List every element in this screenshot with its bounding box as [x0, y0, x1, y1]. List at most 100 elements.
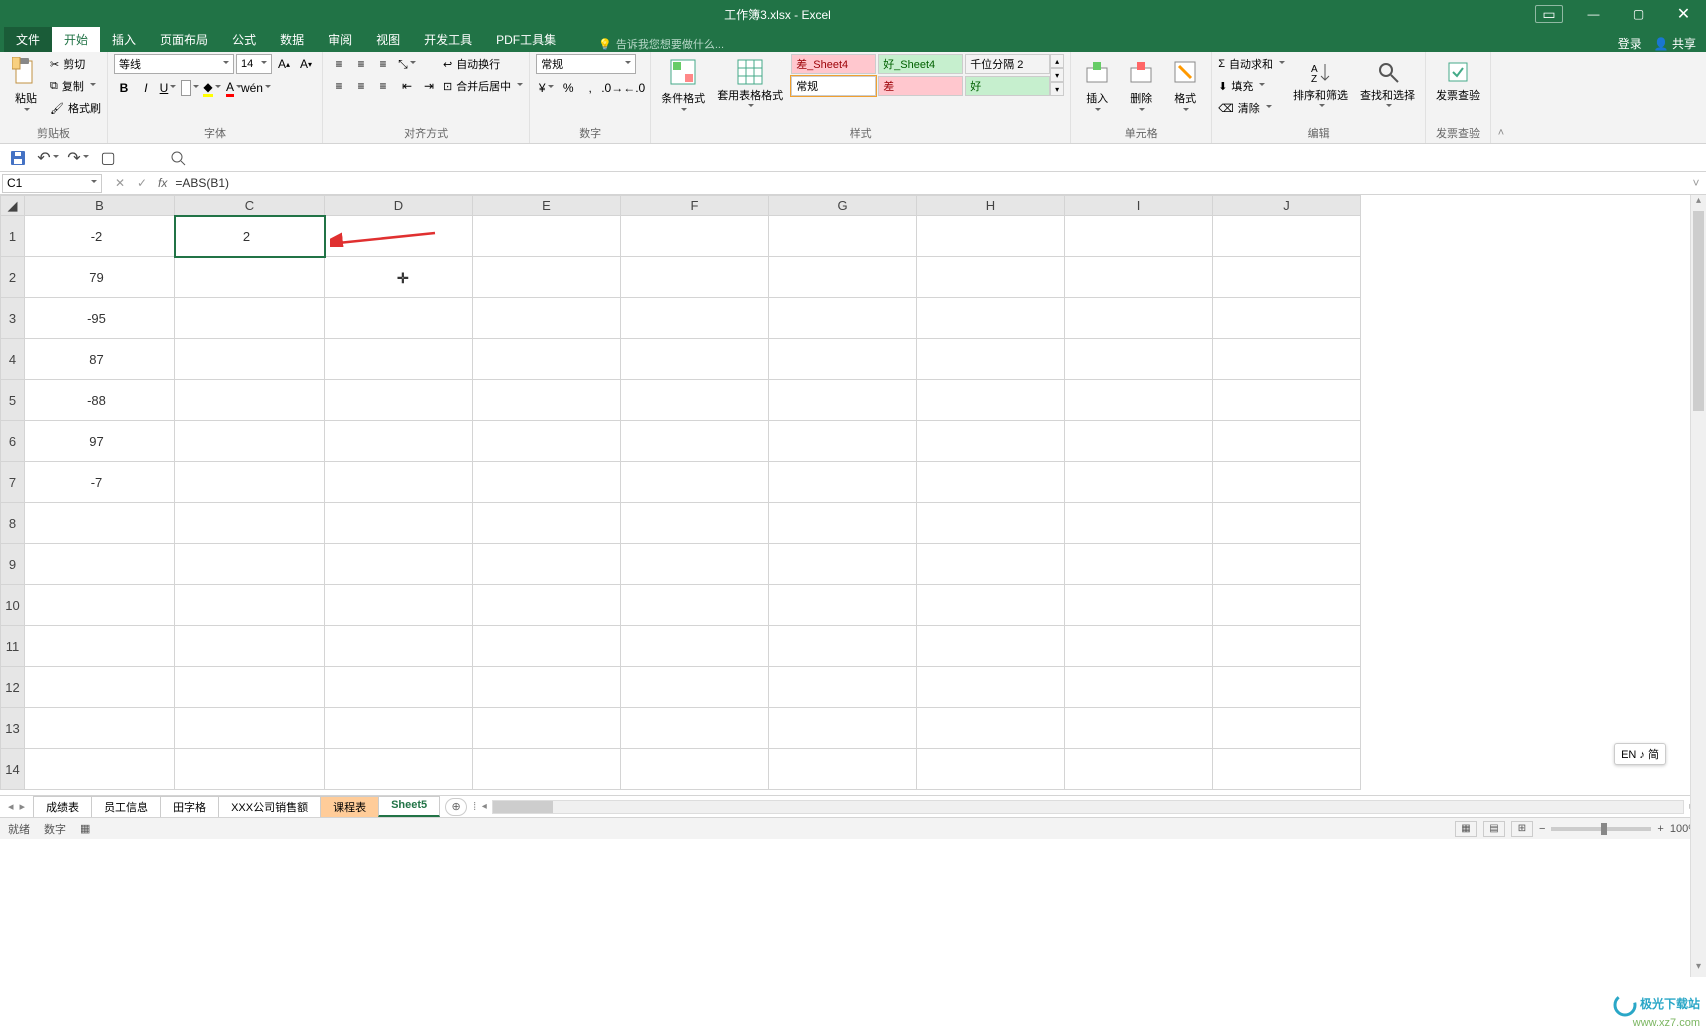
- cell-J12[interactable]: [1213, 667, 1361, 708]
- cell-G1[interactable]: [769, 216, 917, 257]
- sort-filter-button[interactable]: AZ排序和筛选: [1289, 54, 1352, 112]
- cell-I14[interactable]: [1065, 749, 1213, 790]
- row-header-14[interactable]: 14: [1, 749, 25, 790]
- cell-G4[interactable]: [769, 339, 917, 380]
- cell-H1[interactable]: [917, 216, 1065, 257]
- col-header-E[interactable]: E: [473, 196, 621, 216]
- horizontal-scrollbar[interactable]: ⁞ ◂ ▸: [473, 800, 1700, 814]
- cell-D8[interactable]: [325, 503, 473, 544]
- cell-D13[interactable]: [325, 708, 473, 749]
- minimize-button[interactable]: —: [1571, 0, 1616, 28]
- cell-B14[interactable]: [25, 749, 175, 790]
- cell-C6[interactable]: [175, 421, 325, 462]
- col-header-H[interactable]: H: [917, 196, 1065, 216]
- style-normal[interactable]: 常规: [791, 76, 876, 96]
- zoom-slider[interactable]: [1551, 827, 1651, 831]
- percent-button[interactable]: %: [558, 78, 578, 98]
- cell-D9[interactable]: [325, 544, 473, 585]
- new-sheet-button[interactable]: ⊕: [445, 798, 467, 816]
- cell-E14[interactable]: [473, 749, 621, 790]
- view-page-layout-button[interactable]: ▤: [1483, 821, 1505, 837]
- cell-styles-gallery[interactable]: 差_Sheet4 好_Sheet4 千位分隔 2 常规 差 好: [791, 54, 1050, 96]
- cell-F1[interactable]: [621, 216, 769, 257]
- cell-G8[interactable]: [769, 503, 917, 544]
- autosum-button[interactable]: Σ自动求和: [1218, 54, 1285, 74]
- maximize-button[interactable]: ▢: [1616, 0, 1661, 28]
- align-left-button[interactable]: ≡: [329, 76, 349, 96]
- cell-D14[interactable]: [325, 749, 473, 790]
- cell-G10[interactable]: [769, 585, 917, 626]
- cut-button[interactable]: ✂剪切: [50, 54, 101, 74]
- view-page-break-button[interactable]: ⊞: [1511, 821, 1533, 837]
- cell-I11[interactable]: [1065, 626, 1213, 667]
- cell-I12[interactable]: [1065, 667, 1213, 708]
- cell-E11[interactable]: [473, 626, 621, 667]
- cell-H14[interactable]: [917, 749, 1065, 790]
- cell-F4[interactable]: [621, 339, 769, 380]
- increase-decimal-button[interactable]: .0→: [602, 78, 622, 98]
- style-bad-sheet4[interactable]: 差_Sheet4: [791, 54, 876, 74]
- cell-C9[interactable]: [175, 544, 325, 585]
- tab-home[interactable]: 开始: [52, 27, 100, 52]
- print-preview-button[interactable]: [168, 148, 188, 168]
- row-header-10[interactable]: 10: [1, 585, 25, 626]
- tab-data[interactable]: 数据: [268, 27, 316, 52]
- cell-B6[interactable]: 97: [25, 421, 175, 462]
- decrease-font-button[interactable]: A▾: [296, 54, 316, 74]
- sheet-tab-课程表[interactable]: 课程表: [320, 796, 379, 817]
- tab-developer[interactable]: 开发工具: [412, 27, 484, 52]
- col-header-F[interactable]: F: [621, 196, 769, 216]
- cell-H7[interactable]: [917, 462, 1065, 503]
- cell-J3[interactable]: [1213, 298, 1361, 339]
- cell-D11[interactable]: [325, 626, 473, 667]
- gallery-down-button[interactable]: ▾: [1050, 68, 1064, 82]
- cell-C3[interactable]: [175, 298, 325, 339]
- cell-C8[interactable]: [175, 503, 325, 544]
- style-comma2[interactable]: 千位分隔 2: [965, 54, 1050, 74]
- cell-I2[interactable]: [1065, 257, 1213, 298]
- qat-button[interactable]: ▢: [98, 148, 118, 168]
- cell-D5[interactable]: [325, 380, 473, 421]
- row-header-5[interactable]: 5: [1, 380, 25, 421]
- scroll-down-button[interactable]: ▾: [1691, 961, 1706, 977]
- number-format-combo[interactable]: 常规: [536, 54, 636, 74]
- increase-indent-button[interactable]: ⇥: [419, 76, 439, 96]
- cell-F12[interactable]: [621, 667, 769, 708]
- cell-J7[interactable]: [1213, 462, 1361, 503]
- tab-view[interactable]: 视图: [364, 27, 412, 52]
- row-header-2[interactable]: 2: [1, 257, 25, 298]
- row-header-3[interactable]: 3: [1, 298, 25, 339]
- cell-H11[interactable]: [917, 626, 1065, 667]
- copy-button[interactable]: ⧉复制: [50, 76, 101, 96]
- row-header-6[interactable]: 6: [1, 421, 25, 462]
- comma-button[interactable]: ,: [580, 78, 600, 98]
- formula-input[interactable]: =ABS(B1): [171, 176, 1686, 190]
- cell-B4[interactable]: 87: [25, 339, 175, 380]
- find-select-button[interactable]: 查找和选择: [1356, 54, 1419, 112]
- ime-indicator[interactable]: EN ♪ 简: [1614, 743, 1666, 765]
- vertical-scrollbar[interactable]: ▴ ▾: [1690, 195, 1706, 977]
- cell-B11[interactable]: [25, 626, 175, 667]
- cell-F3[interactable]: [621, 298, 769, 339]
- clear-button[interactable]: ⌫清除: [1218, 98, 1285, 118]
- sheet-tab-员工信息[interactable]: 员工信息: [91, 796, 161, 817]
- cell-E1[interactable]: [473, 216, 621, 257]
- col-header-D[interactable]: D: [325, 196, 473, 216]
- cell-C2[interactable]: [175, 257, 325, 298]
- fill-button[interactable]: ⬇填充: [1218, 76, 1285, 96]
- cell-F5[interactable]: [621, 380, 769, 421]
- insert-cells-button[interactable]: 插入: [1077, 54, 1117, 116]
- row-header-4[interactable]: 4: [1, 339, 25, 380]
- cell-C13[interactable]: [175, 708, 325, 749]
- save-button[interactable]: [8, 148, 28, 168]
- increase-font-button[interactable]: A▴: [274, 54, 294, 74]
- close-button[interactable]: ✕: [1661, 0, 1706, 28]
- cell-J5[interactable]: [1213, 380, 1361, 421]
- name-box[interactable]: C1: [2, 174, 102, 193]
- zoom-in-button[interactable]: +: [1657, 823, 1663, 835]
- col-header-C[interactable]: C: [175, 196, 325, 216]
- cell-E3[interactable]: [473, 298, 621, 339]
- row-header-13[interactable]: 13: [1, 708, 25, 749]
- cell-B1[interactable]: -2: [25, 216, 175, 257]
- fx-icon[interactable]: fx: [158, 176, 167, 190]
